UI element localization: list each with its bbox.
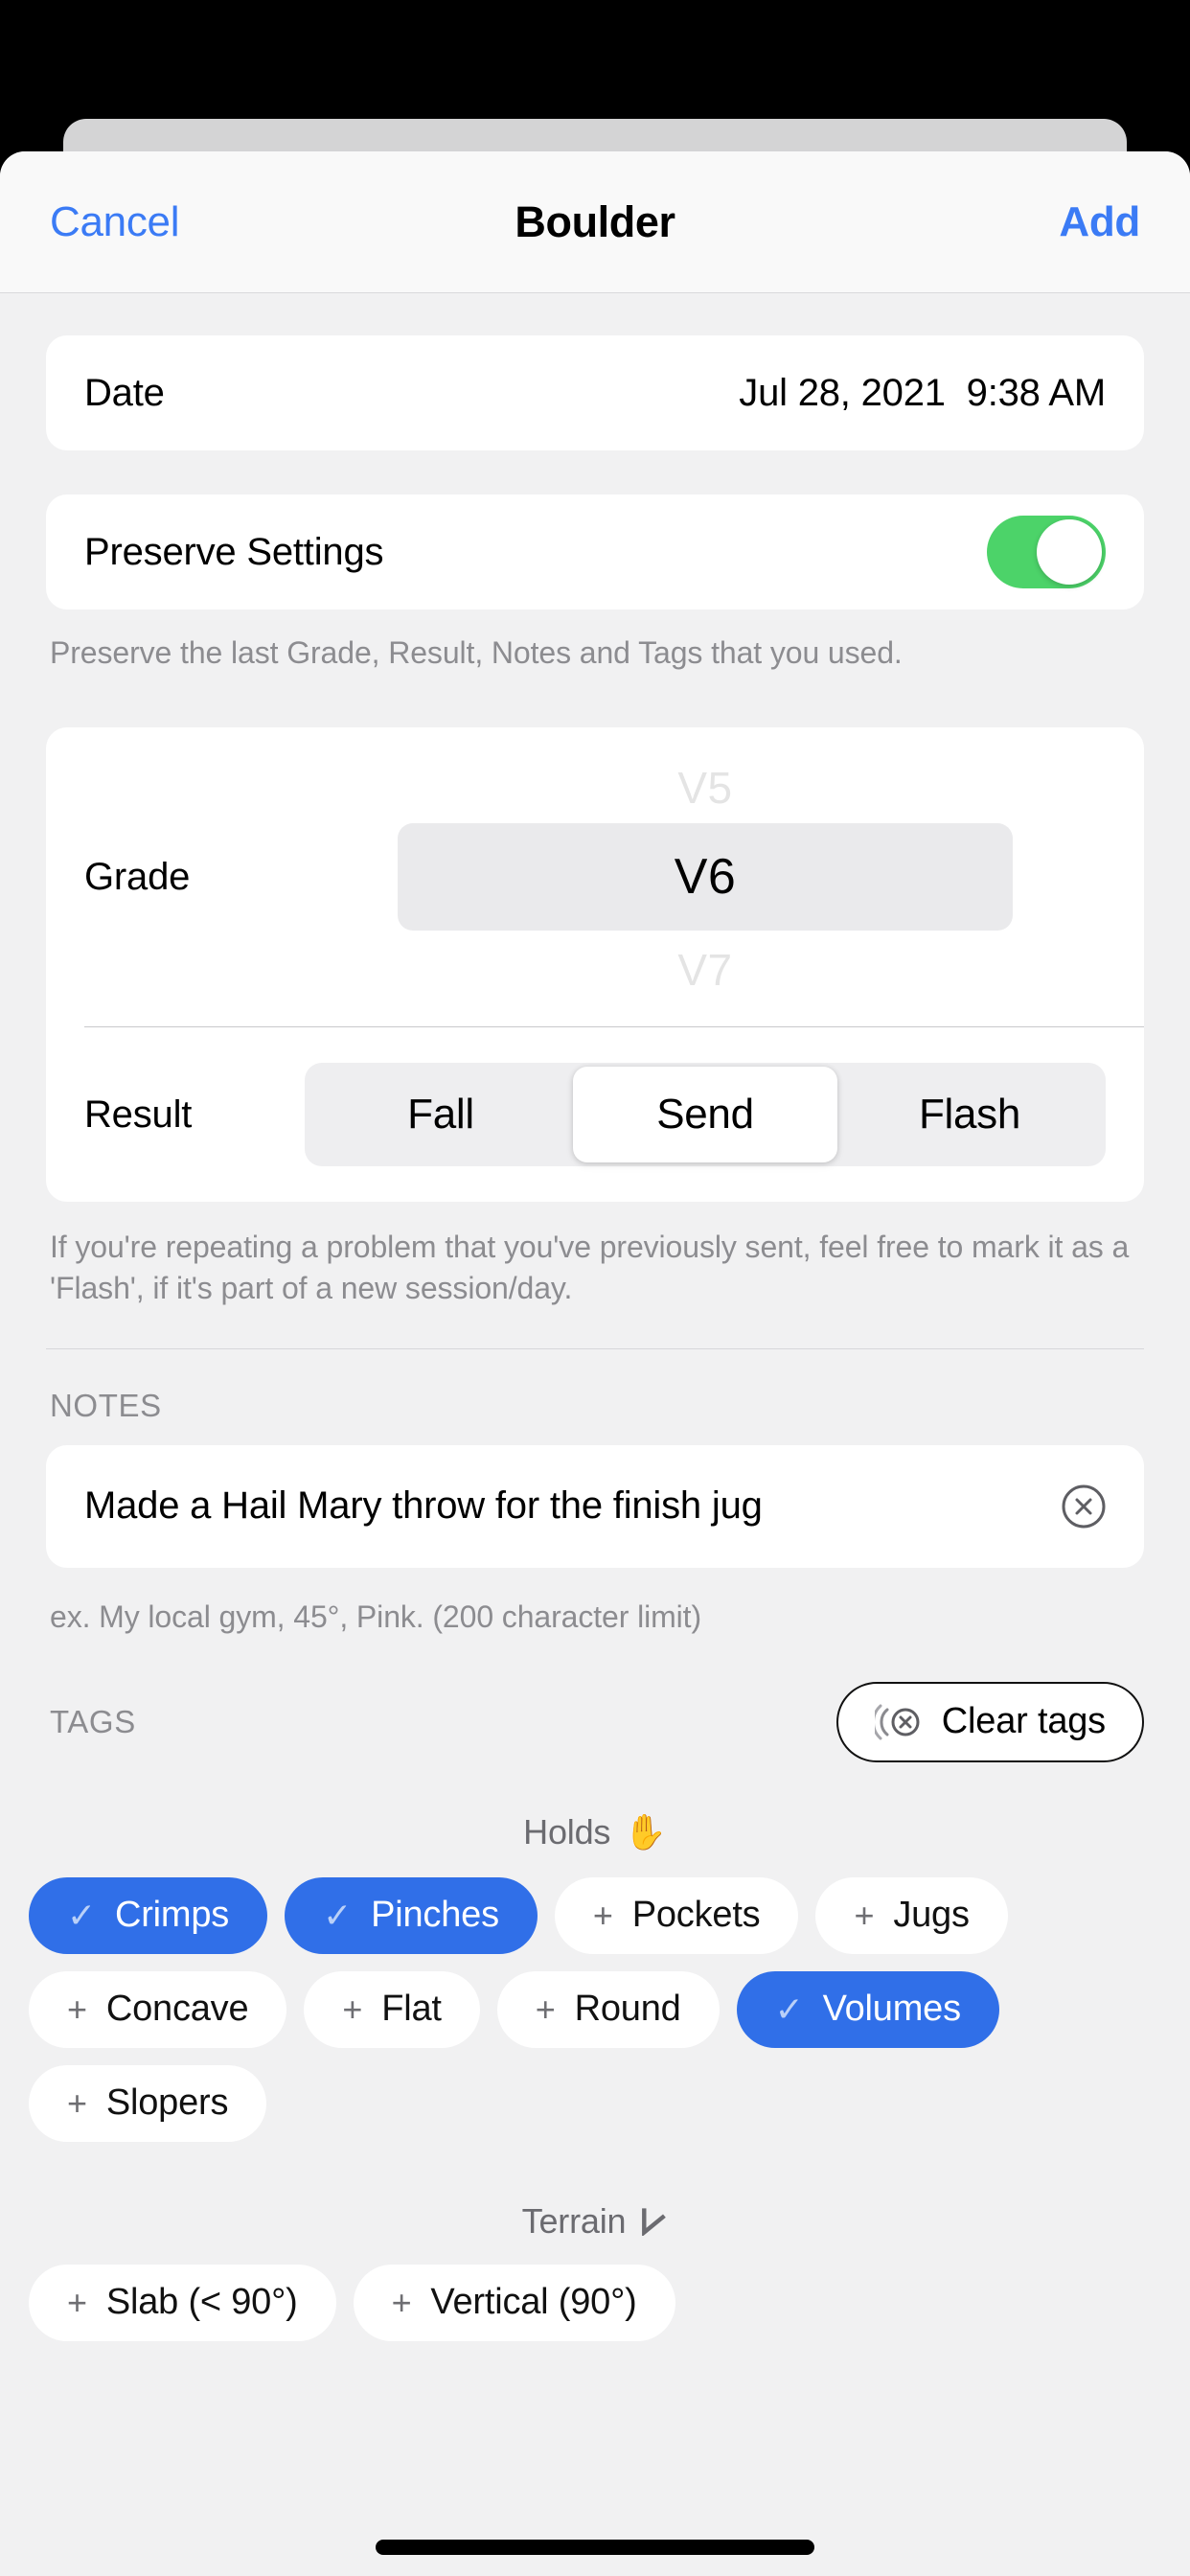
grade-picker[interactable]: V5 V6 V7 [305, 733, 1106, 1021]
phone-screen: Cancel Boulder Add Date Jul 28, 2021 9:3… [0, 0, 1190, 2576]
result-option-flash[interactable]: Flash [837, 1067, 1102, 1162]
result-option-send[interactable]: Send [573, 1067, 837, 1163]
chip-mark: + [342, 1989, 363, 2029]
clear-tags-label: Clear tags [941, 1701, 1106, 1742]
modal-sheet: Cancel Boulder Add Date Jul 28, 2021 9:3… [0, 151, 1190, 2576]
chip-label: Flat [381, 1989, 442, 2030]
result-row: Result Fall Send Flash [46, 1027, 1144, 1202]
notes-hint: ex. My local gym, 45°, Pink. (200 charac… [50, 1598, 702, 1634]
result-option-fall[interactable]: Fall [309, 1067, 573, 1162]
tag-chip-slopers[interactable]: + Slopers [29, 2064, 267, 2142]
tag-chip-flat[interactable]: + Flat [304, 1970, 480, 2048]
tag-chip-volumes[interactable]: ✓ Volumes [736, 1970, 999, 2048]
chip-mark: ✓ [774, 1989, 804, 2029]
date-label: Date [84, 371, 165, 414]
chip-label: Jugs [893, 1895, 970, 1936]
tags-header: TAGS Clear tags [50, 1681, 1144, 1762]
chip-mark: + [67, 1989, 87, 2029]
toggle-knob [1037, 519, 1102, 585]
tag-chip-pinches[interactable]: ✓ Pinches [285, 1876, 538, 1954]
chip-mark: + [391, 2282, 412, 2322]
result-footnote: If you're repeating a problem that you'v… [50, 1230, 1130, 1306]
cancel-button[interactable]: Cancel [50, 198, 179, 246]
grade-result-card: Grade V5 V6 V7 Result Fall Send Flash [46, 727, 1144, 1203]
chip-mark: + [67, 2282, 87, 2322]
chip-mark: + [854, 1895, 875, 1935]
terrain-chip-group: + Slab (< 90°) + Vertical (90°) [0, 2264, 1190, 2341]
chip-mark: + [67, 2082, 87, 2123]
chip-label: Slopers [105, 2082, 229, 2124]
clear-tags-button[interactable]: Clear tags [835, 1681, 1144, 1762]
chip-mark: + [592, 1895, 613, 1935]
home-indicator [376, 2540, 814, 2555]
chip-label: Crimps [114, 1895, 230, 1936]
chip-label: Vertical (90°) [430, 2282, 637, 2323]
preserve-settings-label: Preserve Settings [84, 530, 384, 573]
tag-chip-concave[interactable]: + Concave [29, 1970, 287, 2048]
holds-group-title: Holds ✋ [0, 1812, 1190, 1852]
preserve-settings-toggle[interactable] [987, 516, 1106, 588]
tag-chip-jugs[interactable]: + Jugs [815, 1876, 1008, 1954]
notes-section-label: NOTES [50, 1387, 162, 1423]
chip-mark: ✓ [67, 1895, 96, 1935]
tag-chip-round[interactable]: + Round [496, 1970, 720, 2048]
date-row[interactable]: Date Jul 28, 2021 9:38 AM [46, 335, 1144, 450]
chip-label: Pockets [631, 1895, 761, 1936]
chip-label: Volumes [822, 1989, 962, 2030]
form-content: Date Jul 28, 2021 9:38 AM Preserve Setti… [0, 293, 1190, 2575]
tag-chip-crimps[interactable]: ✓ Crimps [29, 1876, 268, 1954]
tag-chip-slab[interactable]: + Slab (< 90°) [29, 2264, 336, 2341]
clear-tags-icon [874, 1701, 925, 1743]
navigation-bar: Cancel Boulder Add [0, 151, 1190, 293]
chip-label: Pinches [371, 1895, 499, 1936]
tag-chip-vertical[interactable]: + Vertical (90°) [353, 2264, 675, 2341]
preserve-settings-row: Preserve Settings [46, 494, 1144, 610]
holds-group-label: Holds [523, 1811, 611, 1852]
terrain-group-title: Terrain [0, 2201, 1190, 2242]
preserve-settings-footnote: Preserve the last Grade, Result, Notes a… [50, 635, 903, 670]
chip-label: Round [574, 1989, 681, 2030]
grade-row: Grade V5 V6 V7 [46, 727, 1144, 1026]
angle-slope-icon [639, 2207, 668, 2236]
date-value[interactable]: Jul 28, 2021 9:38 AM [739, 372, 1106, 415]
add-button[interactable]: Add [1059, 198, 1140, 246]
terrain-group-label: Terrain [521, 2200, 627, 2241]
chip-label: Concave [105, 1989, 249, 2030]
grade-option-previous[interactable]: V5 [398, 758, 1013, 814]
holds-chip-group: ✓ Crimps ✓ Pinches + Pockets + Jugs + Co… [0, 1876, 1190, 2142]
notes-input[interactable]: Made a Hail Mary throw for the finish ju… [84, 1484, 1062, 1528]
grade-label: Grade [84, 855, 191, 898]
result-label: Result [84, 1092, 193, 1136]
chip-mark: ✓ [323, 1895, 353, 1935]
chip-mark: + [535, 1989, 556, 2029]
clear-notes-icon[interactable] [1062, 1484, 1106, 1529]
section-rule [46, 1347, 1144, 1349]
grade-option-selected[interactable]: V6 [398, 823, 1013, 932]
raised-hand-icon: ✋ [624, 1811, 667, 1852]
date-card[interactable]: Date Jul 28, 2021 9:38 AM [46, 335, 1144, 450]
chip-label: Slab (< 90°) [105, 2282, 298, 2323]
grade-option-next[interactable]: V7 [398, 940, 1013, 996]
preserve-settings-card: Preserve Settings [46, 494, 1144, 610]
tag-chip-pockets[interactable]: + Pockets [554, 1876, 799, 1954]
result-segmented-control[interactable]: Fall Send Flash [305, 1063, 1106, 1167]
notes-field[interactable]: Made a Hail Mary throw for the finish ju… [46, 1444, 1144, 1568]
tags-section-label: TAGS [50, 1703, 136, 1739]
